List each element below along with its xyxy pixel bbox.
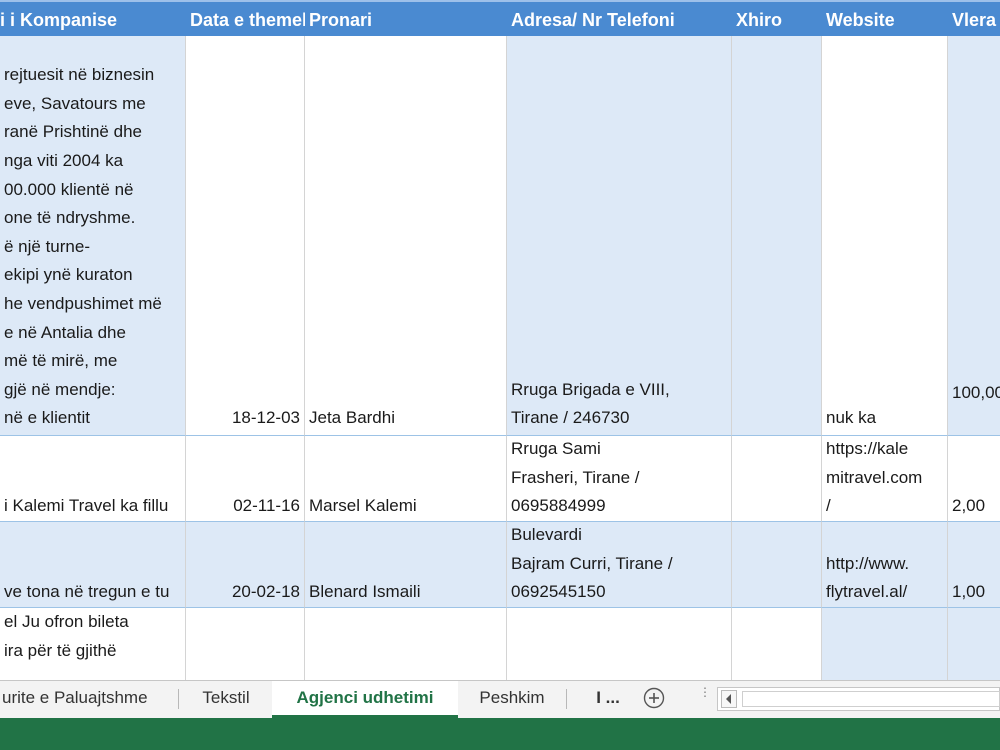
column-header-address[interactable]: Adresa/ Nr Telefoni [507, 0, 732, 36]
tab-divider [566, 689, 567, 709]
more-sheets-button[interactable]: I ... [584, 681, 632, 718]
cell-address-4[interactable] [507, 608, 732, 680]
horizontal-scrollbar[interactable] [717, 687, 1000, 711]
add-sheet-icon[interactable] [643, 687, 665, 709]
cell-website-1[interactable]: nuk ka [822, 36, 948, 436]
status-bar [0, 718, 1000, 750]
cell-value-3[interactable]: 1,00 [948, 522, 1000, 608]
column-header-company[interactable]: i i Kompanise [0, 0, 186, 36]
column-header-website[interactable]: Website [822, 0, 948, 36]
cell-turnover-3[interactable] [732, 522, 822, 608]
cell-value-1[interactable]: 100,00 [948, 36, 1000, 436]
cell-owner-2[interactable]: Marsel Kalemi [305, 436, 507, 522]
cell-owner-1[interactable]: Jeta Bardhi [305, 36, 507, 436]
cell-website-4[interactable] [822, 608, 948, 680]
sheet-tab-agjenci-udhetimi[interactable]: Agjenci udhetimi [272, 681, 458, 718]
scroll-thumb[interactable] [742, 691, 1000, 707]
cell-description-2[interactable]: i Kalemi Travel ka fillu [0, 436, 186, 522]
cell-date-4[interactable] [186, 608, 305, 680]
cell-turnover-1[interactable] [732, 36, 822, 436]
cell-date-3[interactable]: 20-02-18 [186, 522, 305, 608]
cell-owner-3[interactable]: Blenard Ismaili [305, 522, 507, 608]
cell-description-1[interactable]: rejtuesit në biznesin eve, Savatours me … [0, 36, 186, 436]
cell-address-1[interactable]: Rruga Brigada e VIII, Tirane / 246730 [507, 36, 732, 436]
cell-owner-4[interactable] [305, 608, 507, 680]
cell-date-1[interactable]: 18-12-03 [186, 36, 305, 436]
divider-dots[interactable]: ⋮ [699, 686, 711, 709]
cell-website-2[interactable]: https://kale mitravel.com / [822, 436, 948, 522]
column-header-date[interactable]: Data e themelimit [186, 0, 305, 36]
scroll-left-icon[interactable] [721, 690, 737, 708]
cell-turnover-4[interactable] [732, 608, 822, 680]
spreadsheet-grid[interactable]: i i Kompanise Data e themelimit Pronari … [0, 0, 1000, 680]
cell-turnover-2[interactable] [732, 436, 822, 522]
column-header-turnover[interactable]: Xhiro [732, 0, 822, 36]
sheet-tab-paluajtshme[interactable]: urite e Paluajtshme [0, 681, 178, 718]
cell-value-4[interactable] [948, 608, 1000, 680]
cell-website-3[interactable]: http://www. flytravel.al/ [822, 522, 948, 608]
cell-description-3[interactable]: ve tona në tregun e tu [0, 522, 186, 608]
cell-value-2[interactable]: 2,00 [948, 436, 1000, 522]
cell-description-4[interactable]: el Ju ofron bileta ira për të gjithë [0, 608, 186, 680]
sheet-tabs-bar: urite e Paluajtshme Tekstil Agjenci udhe… [0, 680, 1000, 718]
sheet-tab-peshkim[interactable]: Peshkim [460, 681, 564, 718]
cell-date-2[interactable]: 02-11-16 [186, 436, 305, 522]
column-header-owner[interactable]: Pronari [305, 0, 507, 36]
tab-divider [178, 689, 179, 709]
sheet-tab-tekstil[interactable]: Tekstil [180, 681, 272, 718]
column-header-value[interactable]: Vlera [948, 0, 1000, 36]
cell-address-3[interactable]: Bulevardi Bajram Curri, Tirane / 0692545… [507, 522, 732, 608]
cell-address-2[interactable]: Rruga Sami Frasheri, Tirane / 0695884999 [507, 436, 732, 522]
